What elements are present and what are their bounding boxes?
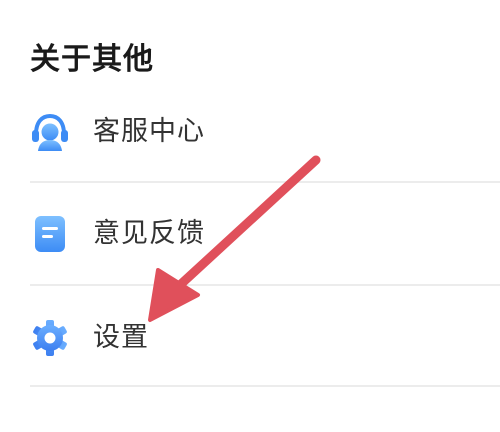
headset-icon (30, 112, 70, 152)
menu-item-label: 设置 (93, 322, 149, 353)
section-title: 关于其他 (30, 42, 154, 77)
gear-icon (30, 318, 70, 358)
menu-item-label: 意见反馈 (93, 218, 205, 249)
menu-item-feedback[interactable]: 意见反馈 (0, 184, 500, 286)
menu-item-customer-service[interactable]: 客服中心 (0, 82, 500, 184)
divider (30, 181, 500, 183)
feedback-icon (30, 214, 70, 254)
divider (30, 385, 500, 387)
menu-item-settings[interactable]: 设置 (0, 286, 500, 388)
menu-item-label: 客服中心 (93, 116, 205, 147)
